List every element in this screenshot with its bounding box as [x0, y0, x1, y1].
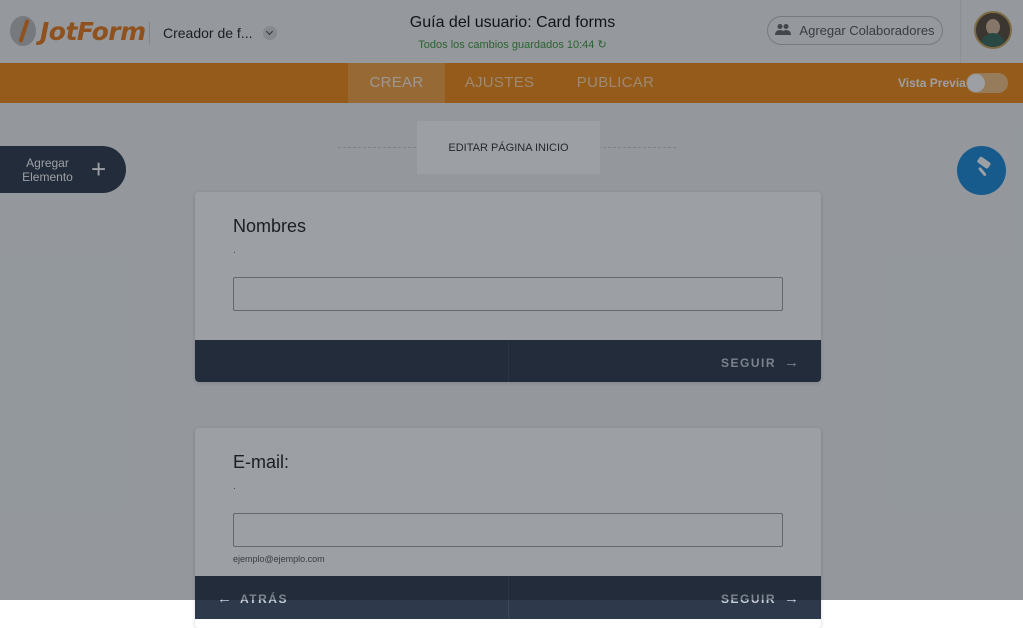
add-collaborators-button[interactable]: Agregar Colaboradores [767, 16, 943, 45]
save-status-text: Todos los cambios guardados 10:44 [418, 39, 595, 51]
next-button[interactable]: SEGUIR → [721, 590, 799, 607]
add-element-button[interactable]: Agregar Elemento + [0, 146, 126, 193]
add-element-line1: Agregar [26, 155, 69, 170]
question-card-nombres[interactable]: Nombres . SEGUIR → [195, 192, 821, 382]
question-card-email[interactable]: E-mail: . ejemplo@ejemplo.com ← ATRÁS SE… [195, 428, 821, 628]
back-button[interactable]: ← ATRÁS [217, 590, 288, 607]
question-label[interactable]: Nombres [233, 216, 306, 237]
toggle-knob [967, 74, 985, 92]
question-label[interactable]: E-mail: [233, 452, 289, 473]
footer-divider [508, 340, 509, 382]
arrow-left-icon: ← [217, 590, 232, 607]
logo-icon [10, 16, 36, 46]
header-divider [149, 22, 150, 44]
card-footer: SEGUIR → [195, 340, 821, 382]
tab-ajustes[interactable]: AJUSTES [452, 63, 547, 103]
chevron-down-icon[interactable] [262, 26, 277, 40]
form-canvas: EDITAR PÁGINA INICIO Agregar Elemento + … [0, 103, 1023, 628]
preview-label: Vista Previa [898, 76, 966, 90]
form-designer-button[interactable] [957, 146, 1006, 195]
add-element-label: Agregar Elemento [0, 156, 95, 184]
edit-start-page-label: EDITAR PÁGINA INICIO [448, 141, 569, 154]
logo-text: JotForm [40, 16, 146, 46]
creator-label: Creador de f... [163, 25, 253, 41]
preview-toggle[interactable] [966, 73, 1008, 93]
tab-crear[interactable]: CREAR [348, 63, 445, 103]
next-label: SEGUIR [720, 355, 776, 370]
next-button[interactable]: SEGUIR → [721, 354, 799, 371]
paint-roller-icon [970, 156, 994, 185]
question-sublabel: . [233, 481, 236, 492]
people-icon [775, 23, 792, 38]
header-divider-right [960, 0, 961, 63]
question-sublabel: . [233, 245, 236, 256]
email-input[interactable] [233, 513, 783, 547]
arrow-right-icon: → [784, 354, 799, 371]
card-footer: ← ATRÁS SEGUIR → [195, 576, 821, 619]
back-label: ATRÁS [240, 591, 288, 606]
edit-start-page-button[interactable]: EDITAR PÁGINA INICIO [417, 121, 600, 174]
add-collaborators-label: Agregar Colaboradores [799, 23, 935, 38]
arrow-right-icon: → [784, 590, 799, 607]
nombres-input[interactable] [233, 277, 783, 311]
main-nav: CREAR AJUSTES PUBLICAR Vista Previa [0, 63, 1023, 103]
avatar[interactable] [974, 11, 1012, 49]
refresh-icon: ↻ [597, 39, 607, 51]
jotform-logo[interactable]: JotForm [10, 13, 146, 49]
tab-publicar[interactable]: PUBLICAR [565, 63, 666, 103]
form-creator-menu[interactable]: Creador de f... [163, 25, 277, 41]
form-title[interactable]: Guía del usuario: Card forms [370, 14, 655, 32]
footer-divider [508, 576, 509, 619]
next-label: SEGUIR [720, 591, 776, 606]
email-sublabel: ejemplo@ejemplo.com [233, 554, 325, 564]
add-element-line2: Elemento [22, 169, 73, 184]
save-status: Todos los cambios guardados 10:44 ↻ [370, 38, 655, 51]
app-header: JotForm Creador de f... Guía del usuario… [0, 0, 1023, 64]
plus-icon: + [91, 154, 107, 184]
